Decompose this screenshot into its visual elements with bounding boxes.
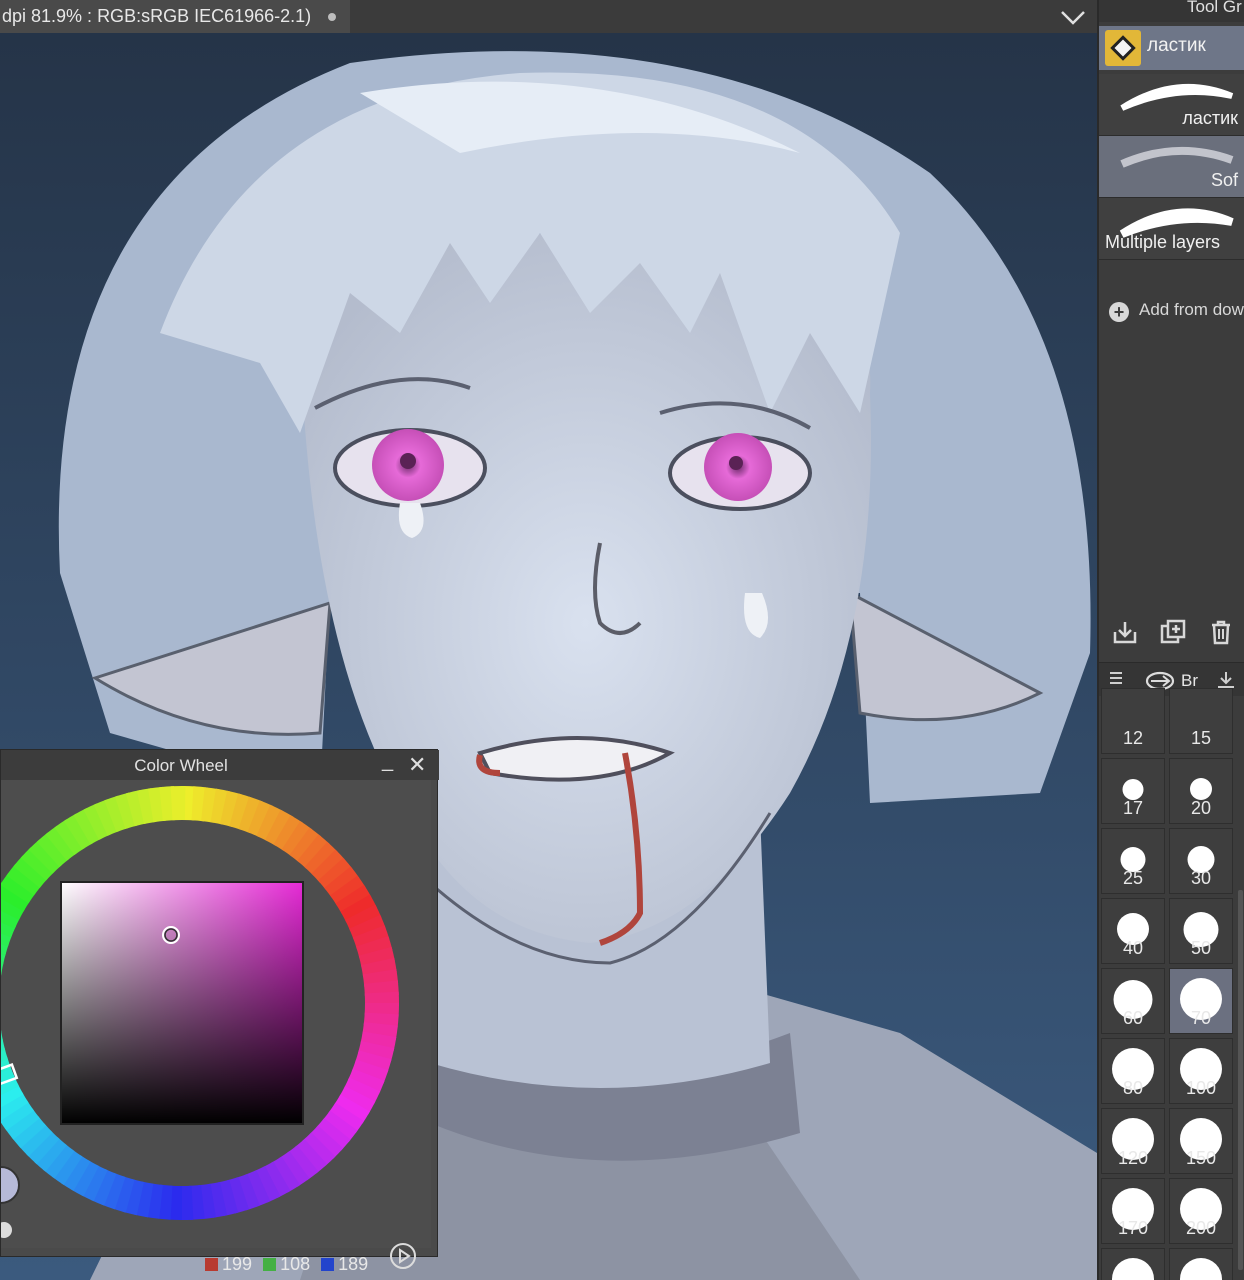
rgb-readout: 199 108 189 xyxy=(205,1254,368,1275)
color-mode-icon[interactable] xyxy=(0,1222,12,1238)
brush-tip-icon xyxy=(1190,778,1212,800)
brush-size-label: 25 xyxy=(1122,868,1144,888)
brush-size-label: 12 xyxy=(1122,728,1144,748)
document-tab-label: dpi 81.9% : RGB:sRGB IEC61966-2.1) xyxy=(2,6,312,26)
panel-title[interactable]: Tool Gr xyxy=(1187,0,1242,17)
close-icon[interactable]: ✕ xyxy=(408,752,426,778)
brush-size-15[interactable]: 15 xyxy=(1169,688,1233,754)
brush-size-30[interactable]: 30 xyxy=(1169,828,1233,894)
document-title-bar: dpi 81.9% : RGB:sRGB IEC61966-2.1) xyxy=(0,0,1097,33)
brush-size-label: 60 xyxy=(1122,1008,1144,1028)
panel-tab-bar: Tool Gr xyxy=(1099,0,1244,22)
brush-tip-icon xyxy=(1112,1258,1154,1280)
minimize-icon[interactable]: _ xyxy=(382,750,393,773)
brush-size-label: 15 xyxy=(1190,728,1212,748)
brush-size-12[interactable]: 12 xyxy=(1101,688,1165,754)
brush-size-25[interactable]: 25 xyxy=(1101,828,1165,894)
brush-size-label: 50 xyxy=(1190,938,1212,958)
menu-icon[interactable] xyxy=(1109,671,1123,685)
brush-size-40[interactable]: 40 xyxy=(1101,898,1165,964)
brush-size-300[interactable]: 300 xyxy=(1169,1248,1233,1280)
brush-size-250[interactable]: 250 xyxy=(1101,1248,1165,1280)
brush-size-grid: 12 15 17 20 25 30 40 50 60 70 80 100 120 150 170 200 250… xyxy=(1099,688,1244,1280)
brush-size-17[interactable]: 17 xyxy=(1101,758,1165,824)
brush-tip-icon xyxy=(1180,1258,1222,1280)
brush-size-70[interactable]: 70 xyxy=(1169,968,1233,1034)
play-icon[interactable] xyxy=(389,1242,417,1270)
eraser-icon xyxy=(1105,30,1141,66)
trash-icon[interactable] xyxy=(1207,618,1235,646)
brush-size-200[interactable]: 200 xyxy=(1169,1178,1233,1244)
brush-size-label: 70 xyxy=(1190,1008,1212,1028)
brush-size-label: 17 xyxy=(1122,798,1144,818)
red-value: 199 xyxy=(222,1254,253,1274)
brush-size-label: 150 xyxy=(1185,1148,1217,1168)
subtool-group-eraser[interactable]: ластик xyxy=(1099,26,1244,70)
brush-size-100[interactable]: 100 xyxy=(1169,1038,1233,1104)
color-wheel-body: 199 108 189 xyxy=(0,780,431,1274)
subtool-item-hard-eraser[interactable]: ластик xyxy=(1099,74,1244,136)
blue-value: 189 xyxy=(338,1254,369,1274)
import-icon[interactable] xyxy=(1111,618,1139,646)
brush-size-20[interactable]: 20 xyxy=(1169,758,1233,824)
document-tab[interactable]: dpi 81.9% : RGB:sRGB IEC61966-2.1) xyxy=(0,0,350,33)
brush-size-label: 40 xyxy=(1122,938,1144,958)
red-swatch xyxy=(205,1258,218,1271)
color-wheel[interactable] xyxy=(0,780,431,1248)
subtool-item-soft-eraser[interactable]: Sof xyxy=(1099,136,1244,198)
add-from-download-button[interactable]: + Add from dow xyxy=(1109,300,1244,322)
subtool-label: Sof xyxy=(1210,170,1238,190)
brush-size-label: 20 xyxy=(1190,798,1212,818)
color-wheel-palette: Color Wheel _ ✕ 199 108 189 xyxy=(0,749,439,1274)
brush-size-label: 80 xyxy=(1122,1078,1144,1098)
add-from-download-label: Add from dow xyxy=(1139,300,1244,319)
brush-size-label: 30 xyxy=(1190,868,1212,888)
subtool-item-multiple-layers[interactable]: Multiple layers xyxy=(1099,198,1244,260)
green-swatch xyxy=(263,1258,277,1271)
brush-size-120[interactable]: 120 xyxy=(1101,1108,1165,1174)
brush-size-label: 100 xyxy=(1185,1078,1217,1098)
brush-size-label: 170 xyxy=(1117,1218,1149,1238)
chevron-down-icon[interactable] xyxy=(1058,4,1088,30)
brush-size-170[interactable]: 170 xyxy=(1101,1178,1165,1244)
green-value: 108 xyxy=(280,1254,311,1274)
clip-studio-window: dpi 81.9% : RGB:sRGB IEC61966-2.1) Tool … xyxy=(0,0,1244,1280)
brush-size-80[interactable]: 80 xyxy=(1101,1038,1165,1104)
sub-tool-panel: Tool Gr ластик ластик Sof Multiple layer… xyxy=(1097,0,1244,1280)
subtool-actions xyxy=(1099,612,1244,656)
palette-title: Color Wheel xyxy=(134,756,228,775)
unsaved-dot-icon xyxy=(328,13,336,21)
palette-title-bar[interactable]: Color Wheel _ ✕ xyxy=(1,750,439,780)
brush-size-label: 120 xyxy=(1117,1148,1149,1168)
brush-size-scrollbar[interactable] xyxy=(1238,890,1243,1270)
brush-size-50[interactable]: 50 xyxy=(1169,898,1233,964)
duplicate-icon[interactable] xyxy=(1159,618,1187,646)
brush-size-60[interactable]: 60 xyxy=(1101,968,1165,1034)
brush-size-150[interactable]: 150 xyxy=(1169,1108,1233,1174)
brush-tip-icon xyxy=(1122,778,1144,800)
subtool-group-label: ластик xyxy=(1147,35,1206,56)
subtool-label: ластик xyxy=(1182,108,1238,128)
current-color-swatch[interactable] xyxy=(0,1166,20,1204)
subtool-label: Multiple layers xyxy=(1105,232,1221,252)
plus-icon: + xyxy=(1109,302,1129,322)
brush-size-label: 200 xyxy=(1185,1218,1217,1238)
blue-swatch xyxy=(321,1258,335,1271)
